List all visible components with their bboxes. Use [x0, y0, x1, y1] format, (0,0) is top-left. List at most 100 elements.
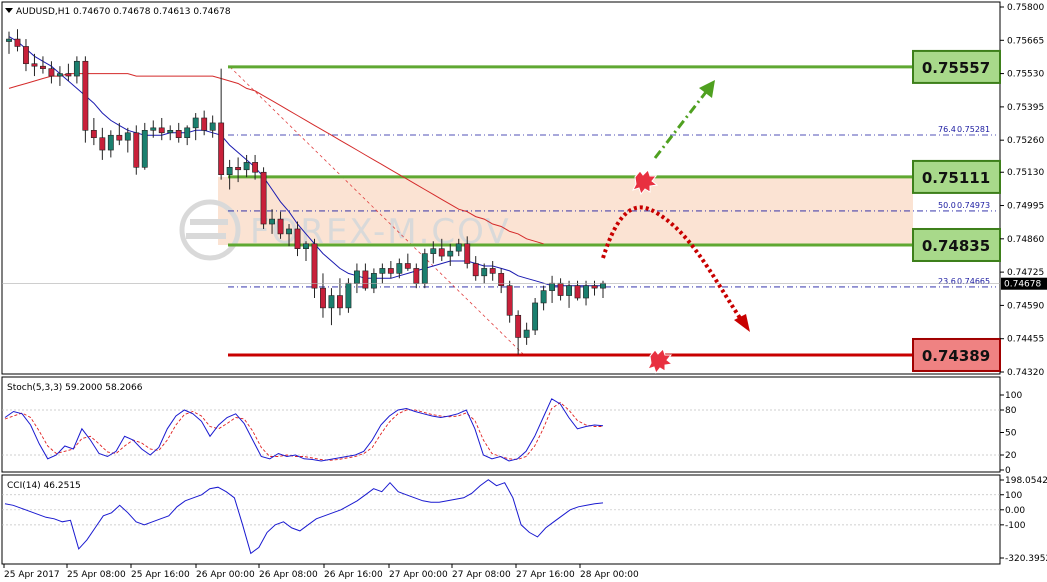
candle-body [345, 282, 352, 309]
candle-body [218, 122, 225, 176]
candle-body [303, 243, 309, 249]
fib-value-label: 0.75281 [957, 125, 990, 134]
price-tick-label: 0.75130 [1007, 168, 1044, 178]
current-price-label: 0.74678 [1004, 280, 1041, 290]
candle-body [328, 295, 335, 309]
stoch-panel-frame [1, 376, 1001, 473]
cci-tick-label: 0.00 [1005, 506, 1025, 516]
candle-body [65, 73, 72, 77]
time-tick-label: 27 Apr 16:00 [516, 570, 575, 580]
candle-body [566, 285, 572, 296]
candle-body [362, 270, 369, 289]
candle-body [506, 285, 513, 316]
candle-body [116, 134, 123, 141]
candle-body [31, 63, 38, 67]
candle-body [396, 263, 403, 274]
time-axis: 25 Apr 2017 25 Apr 08:00 25 Apr 16:00 26 Ap… [3, 564, 639, 580]
price-tick-label: 0.75800 [1007, 3, 1044, 13]
candle-body [455, 243, 462, 252]
fib-percent-label: 23.6 [938, 277, 956, 286]
time-tick-label: 26 Apr 00:00 [196, 570, 255, 580]
candle-body [6, 38, 12, 42]
candle-body [515, 314, 522, 338]
stoch-tick-label: 80 [1005, 406, 1017, 416]
price-tick-label: 0.74455 [1007, 335, 1044, 345]
candle-body [557, 282, 564, 296]
candle-body [158, 127, 165, 134]
cci-tick-label: -320.3952 [1005, 554, 1047, 564]
time-tick-label: 25 Apr 08:00 [67, 570, 126, 580]
candle [133, 125, 140, 175]
candle-body [150, 127, 157, 131]
cci-tick-label: -100 [1005, 521, 1026, 531]
candle-body [337, 295, 343, 309]
candle-body [413, 268, 420, 284]
candle-body [430, 248, 437, 254]
candle [532, 298, 539, 336]
stoch-header: Stoch(5,3,3) 59.2000 58.2066 [7, 383, 143, 393]
candle-body [201, 117, 208, 131]
candle-body [532, 302, 539, 331]
candle-body [192, 117, 199, 129]
candle-body [591, 285, 598, 289]
candle-body [464, 243, 471, 264]
cci-tick-label: 198.0542 [1005, 476, 1047, 486]
stoch-tick-label: 20 [1005, 451, 1017, 461]
cci-header: CCI(14) 46.2515 [7, 481, 81, 491]
candle-body [141, 130, 148, 168]
candle-body [82, 60, 89, 131]
stoch-tick-label: 0 [1005, 466, 1011, 476]
candle-body [370, 273, 377, 289]
candle-body [421, 253, 428, 284]
price-tick-label: 0.74590 [1007, 301, 1044, 311]
candle-body [277, 218, 284, 235]
candle-body [73, 60, 80, 77]
price-tick-label: 0.75260 [1007, 136, 1044, 146]
candle-body [447, 250, 454, 257]
candle-body [209, 122, 216, 131]
time-tick-label: 28 Apr 00:00 [580, 570, 639, 580]
level-label: 0.74389 [922, 347, 990, 365]
stoch-tick-label: 50 [1005, 429, 1017, 439]
level-label: 0.74835 [922, 237, 990, 255]
candle-body [574, 285, 581, 299]
candle-body [226, 167, 233, 176]
candle-body [260, 171, 267, 225]
candle-body [311, 243, 318, 289]
candle-body [540, 290, 547, 304]
candle [260, 167, 267, 229]
time-tick-label: 25 Apr 16:00 [131, 570, 190, 580]
candle-body [481, 268, 488, 277]
candle-body [99, 137, 106, 151]
candle-body [243, 162, 250, 171]
time-tick-label: 27 Apr 00:00 [389, 570, 448, 580]
stoch-tick-label: 100 [1005, 391, 1022, 401]
level-label: 0.75111 [922, 169, 990, 187]
time-tick-label: 26 Apr 08:00 [259, 570, 318, 580]
candle-body [269, 218, 275, 225]
cci-tick-label: 100 [1005, 491, 1022, 501]
price-tick-label: 0.74995 [1007, 202, 1044, 212]
candle-body [404, 263, 411, 269]
candle [421, 248, 428, 289]
candle-body [320, 287, 326, 309]
candle [82, 56, 89, 143]
price-tick-label: 0.75665 [1007, 36, 1044, 46]
candle-body [286, 228, 292, 235]
cci-panel-frame [1, 474, 1001, 565]
price-tick-label: 0.74320 [1007, 368, 1044, 378]
chart-header: AUDUSD,H1 0.74670 0.74678 0.74613 0.7467… [16, 7, 231, 17]
candle-body [387, 268, 394, 274]
candle-body [235, 167, 242, 171]
candle-body [184, 127, 191, 139]
candle-body [252, 162, 259, 173]
candle-body [167, 130, 174, 134]
fib-percent-label: 76.4 [938, 125, 956, 134]
level-label: 0.75557 [922, 59, 990, 77]
candle-body [472, 263, 479, 277]
price-tick-label: 0.75530 [1007, 70, 1044, 80]
fib-value-label: 0.74665 [957, 277, 990, 286]
chart-canvas: FOREX-M.COV76.4 0.7528150.0 0.7497323.6 0.7… [1, 1, 1047, 580]
time-tick-label: 26 Apr 16:00 [324, 570, 383, 580]
candle-body [379, 268, 386, 274]
